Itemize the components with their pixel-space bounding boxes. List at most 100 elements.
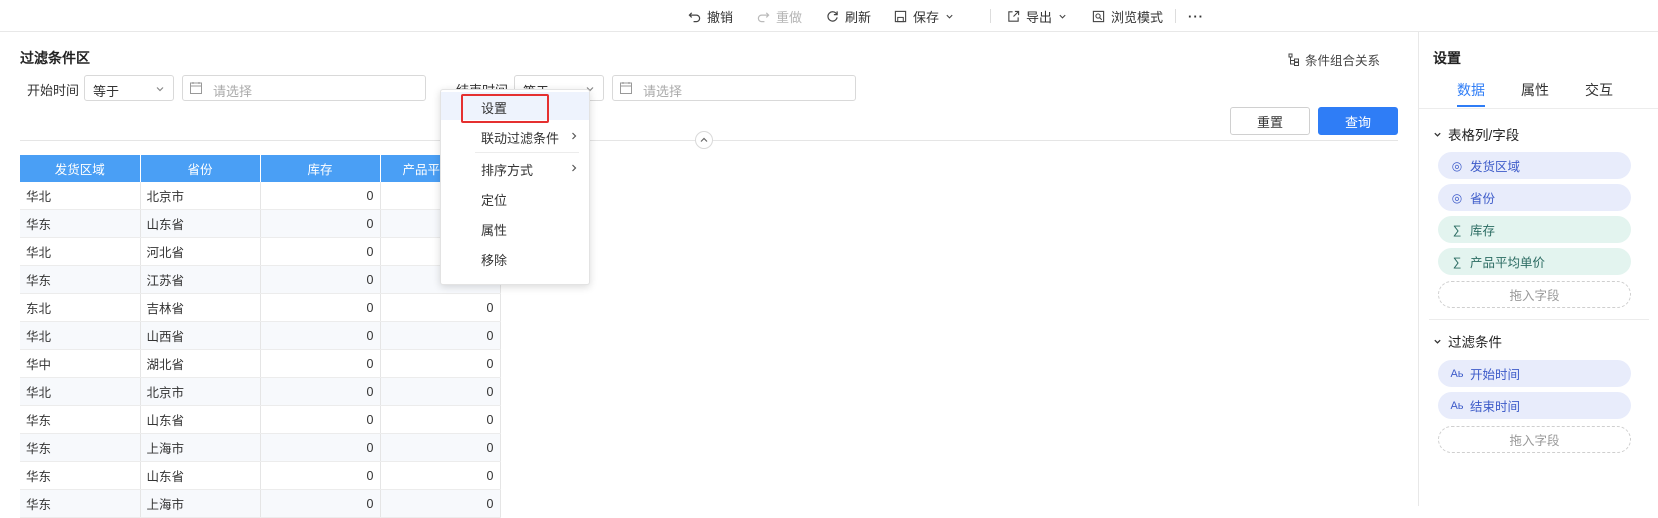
table-cell[interactable]: 0 [260, 489, 381, 518]
table-cell[interactable]: 0 [260, 433, 381, 462]
table-cell[interactable]: 华北 [20, 237, 141, 266]
panel-title: 设置 [1433, 50, 1461, 66]
chevron-right-icon [572, 164, 577, 172]
table-cell[interactable]: 华东 [20, 265, 141, 294]
table-cell[interactable]: 0 [260, 209, 381, 238]
table-cell[interactable]: 北京市 [140, 182, 261, 210]
table-cell[interactable]: 上海市 [140, 433, 261, 462]
table-cell[interactable]: 0 [260, 265, 381, 294]
field-pill-province[interactable]: ◎ 省份 [1438, 184, 1631, 211]
table-cell[interactable]: 华北 [20, 321, 141, 350]
filter-pill-start-time[interactable]: Aь 开始时间 [1438, 360, 1631, 387]
table-row: 华东 上海市 0 0 [20, 489, 501, 518]
table-cell[interactable]: 山东省 [140, 405, 261, 434]
drop-field-zone[interactable]: 拖入字段 [1438, 281, 1631, 308]
table-cell[interactable]: 0 [380, 293, 501, 322]
calendar-icon [190, 82, 202, 94]
filter-pill-end-time[interactable]: Aь 结束时间 [1438, 392, 1631, 419]
collapse-filter-button[interactable] [695, 131, 713, 149]
table-cell[interactable]: 河北省 [140, 237, 261, 266]
sigma-icon: ∑ [1452, 254, 1462, 269]
table-cell[interactable]: 0 [380, 461, 501, 490]
table-row: 华中 湖北省 0 0 [20, 349, 501, 378]
export-button[interactable]: 导出 [1007, 7, 1067, 25]
table-cell[interactable]: 上海市 [140, 489, 261, 518]
table-cell[interactable]: 华东 [20, 489, 141, 518]
table-cell[interactable]: 华中 [20, 349, 141, 378]
sigma-icon: ∑ [1452, 222, 1462, 237]
menu-item-label: 设置 [481, 101, 508, 116]
table-cell[interactable]: 山东省 [140, 461, 261, 490]
field-pill-shipping-region[interactable]: ◎ 发货区域 [1438, 152, 1631, 179]
tabs-divider [1419, 108, 1658, 109]
table-cell[interactable]: 北京市 [140, 377, 261, 406]
query-button[interactable]: 查询 [1318, 107, 1398, 135]
menu-item-properties[interactable]: 属性 [441, 214, 589, 242]
table-cell[interactable]: 山东省 [140, 209, 261, 238]
table-cell[interactable]: 0 [380, 349, 501, 378]
start-operator-select[interactable]: 等于 [84, 75, 174, 101]
chevron-down-icon [1434, 132, 1441, 137]
calendar-icon [620, 82, 632, 94]
tab-interaction[interactable]: 交互 [1585, 80, 1613, 100]
table-cell[interactable]: 山西省 [140, 321, 261, 350]
undo-button[interactable]: 撤销 [688, 7, 733, 25]
table-cell[interactable]: 0 [260, 321, 381, 350]
field-label: 库存 [1470, 224, 1496, 238]
save-button[interactable]: 保存 [894, 7, 954, 25]
more-button[interactable]: ··· [1188, 7, 1204, 25]
drop-filter-zone[interactable]: 拖入字段 [1438, 426, 1631, 453]
field-label: 发货区域 [1470, 160, 1521, 174]
table-cell[interactable]: 华东 [20, 461, 141, 490]
table-cell[interactable]: 0 [380, 433, 501, 462]
table-cell[interactable]: 0 [380, 489, 501, 518]
table-cell[interactable]: 华东 [20, 405, 141, 434]
field-pill-avg-price[interactable]: ∑ 产品平均单价 [1438, 248, 1631, 275]
table-cell[interactable]: 吉林省 [140, 293, 261, 322]
menu-item-remove[interactable]: 移除 [441, 244, 589, 272]
table-cell[interactable]: 华北 [20, 377, 141, 406]
table-cell[interactable]: 湖北省 [140, 349, 261, 378]
section-title: 过滤条件 [1448, 335, 1502, 350]
condition-relation-button[interactable]: 条件组合关系 [1288, 50, 1380, 69]
table-row: 东北 吉林省 0 0 [20, 293, 501, 322]
table-cell[interactable]: 0 [260, 293, 381, 322]
table-cell[interactable]: 江苏省 [140, 265, 261, 294]
table-cell[interactable]: 0 [260, 349, 381, 378]
table-cell[interactable]: 华北 [20, 182, 141, 210]
end-date-picker[interactable]: 请选择 [612, 75, 856, 101]
menu-item-locate[interactable]: 定位 [441, 184, 589, 212]
menu-item-settings[interactable]: 设置 [441, 92, 589, 120]
column-header[interactable]: 库存 [260, 155, 381, 182]
globe-icon: ◎ [1451, 190, 1463, 205]
export-label: 导出 [1026, 9, 1053, 25]
redo-button[interactable]: 重做 [757, 7, 802, 25]
text-type-icon: Aь [1450, 367, 1464, 380]
filter-section-toggle[interactable]: 过滤条件 [1433, 331, 1502, 351]
menu-item-sort[interactable]: 排序方式 [441, 154, 589, 182]
column-header[interactable]: 省份 [140, 155, 261, 182]
table-cell[interactable]: 0 [380, 377, 501, 406]
table-cell[interactable]: 0 [260, 377, 381, 406]
tab-properties[interactable]: 属性 [1521, 80, 1549, 100]
table-cell[interactable]: 0 [260, 405, 381, 434]
start-date-picker[interactable]: 请选择 [182, 75, 426, 101]
reset-button[interactable]: 重置 [1230, 107, 1310, 135]
refresh-button[interactable]: 刷新 [826, 7, 871, 25]
table-cell[interactable]: 华东 [20, 433, 141, 462]
table-fields-section-toggle[interactable]: 表格列/字段 [1433, 124, 1519, 144]
column-header[interactable]: 发货区域 [20, 155, 141, 182]
table-cell[interactable]: 0 [380, 405, 501, 434]
table-cell[interactable]: 0 [260, 182, 381, 210]
table-cell[interactable]: 0 [260, 237, 381, 266]
tab-data[interactable]: 数据 [1457, 80, 1485, 100]
table-cell[interactable]: 华东 [20, 209, 141, 238]
table-cell[interactable]: 0 [260, 461, 381, 490]
menu-item-linked-filter[interactable]: 联动过滤条件 [441, 122, 589, 150]
top-toolbar: 撤销 重做 刷新 保存 导出 浏览模式 ··· [0, 0, 1658, 32]
table-cell[interactable]: 东北 [20, 293, 141, 322]
table-cell[interactable]: 0 [380, 321, 501, 350]
browse-mode-button[interactable]: 浏览模式 [1092, 7, 1163, 25]
field-pill-stock[interactable]: ∑ 库存 [1438, 216, 1631, 243]
field-label: 结束时间 [1470, 400, 1521, 414]
